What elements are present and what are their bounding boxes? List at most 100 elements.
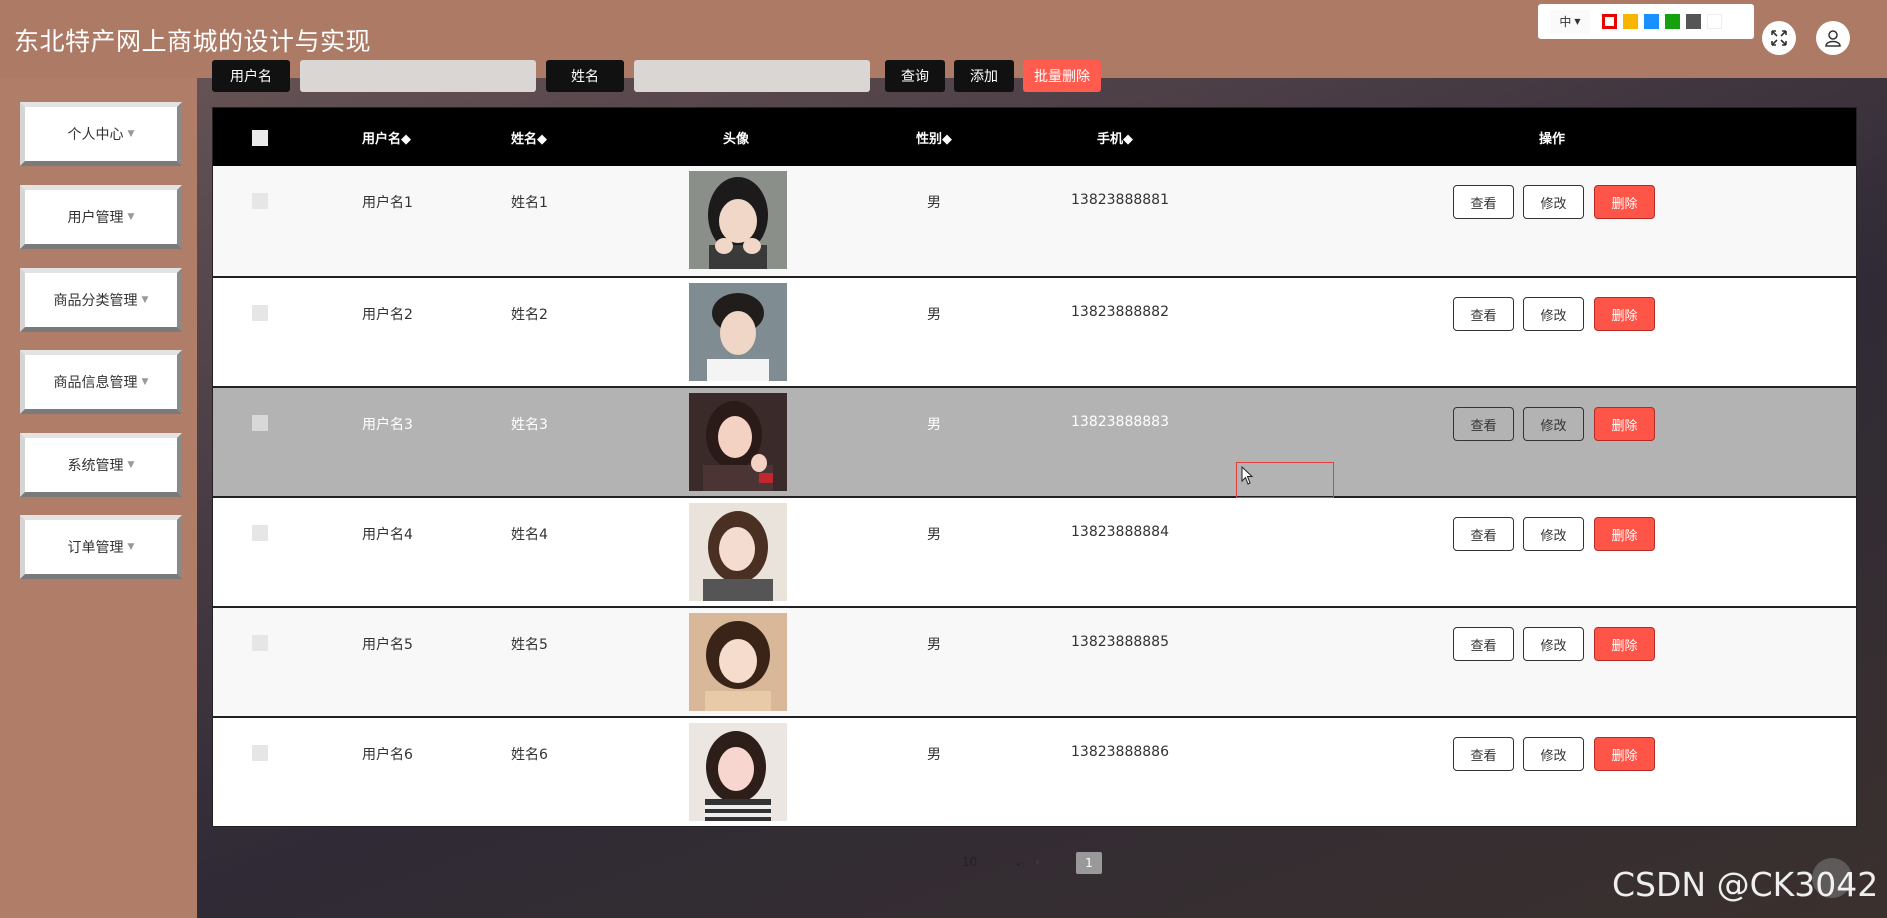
row-checkbox[interactable]	[252, 745, 268, 761]
table-row: 用户名2 姓名2 男 13823888882 查看 修改 删除	[213, 276, 1856, 386]
user-icon	[1825, 30, 1841, 47]
table-row: 用户名1 姓名1 男 13823888881 查看 修改 删除	[213, 166, 1856, 276]
column-header-avatar: 头像	[723, 132, 750, 147]
column-header-gender[interactable]: 性别◆	[916, 128, 952, 147]
language-select[interactable]: 中 ▼	[1550, 9, 1590, 34]
view-button[interactable]: 查看	[1453, 627, 1514, 661]
chevron-down-icon: ▼	[127, 542, 135, 552]
avatar	[689, 283, 787, 381]
theme-swatch-white[interactable]	[1707, 14, 1722, 29]
page-size-select[interactable]: 10 ⌄	[962, 855, 1023, 869]
sidebar-item-system-management[interactable]: 系统管理 ▼	[20, 433, 182, 497]
view-button[interactable]: 查看	[1453, 297, 1514, 331]
cursor-highlight-box	[1236, 462, 1334, 498]
sidebar-item-product-management[interactable]: 商品信息管理 ▼	[20, 350, 182, 414]
chevron-down-icon: ⌄	[1013, 855, 1024, 869]
cell-phone: 13823888885	[1071, 634, 1169, 650]
column-header-phone[interactable]: 手机◆	[1097, 128, 1133, 147]
avatar	[689, 171, 787, 269]
sidebar-item-label: 系统管理	[67, 458, 124, 474]
table-header: 用户名◆ 姓名◆ 头像 性别◆ 手机◆ 操作	[213, 108, 1856, 166]
view-button[interactable]: 查看	[1453, 185, 1514, 219]
language-value: 中	[1559, 15, 1572, 29]
cell-phone: 13823888884	[1071, 524, 1169, 540]
sidebar-item-order-management[interactable]: 订单管理 ▼	[20, 515, 182, 579]
cell-phone: 13823888883	[1071, 414, 1169, 430]
edit-button[interactable]: 修改	[1523, 297, 1584, 331]
sidebar-item-label: 订单管理	[67, 540, 124, 556]
edit-button[interactable]: 修改	[1523, 737, 1584, 771]
theme-swatch-gray[interactable]	[1686, 14, 1701, 29]
mouse-cursor-icon	[1241, 466, 1254, 485]
theme-swatch-green[interactable]	[1665, 14, 1680, 29]
add-button[interactable]: 添加	[954, 60, 1014, 92]
sidebar-item-category-management[interactable]: 商品分类管理 ▼	[20, 268, 182, 332]
delete-button[interactable]: 删除	[1594, 185, 1655, 219]
theme-swatch-blue[interactable]	[1644, 14, 1659, 29]
search-label-username: 用户名	[212, 60, 290, 92]
chevron-down-icon: ▼	[1574, 17, 1581, 26]
table-row: 用户名6 姓名6 男 13823888886 查看 修改 删除	[213, 716, 1856, 826]
row-checkbox[interactable]	[252, 525, 268, 541]
sidebar: 个人中心 ▼ 用户管理 ▼ 商品分类管理 ▼ 商品信息管理 ▼ 系统管理 ▼ 订单管理 ▼	[0, 78, 197, 918]
fullscreen-button[interactable]	[1762, 21, 1796, 55]
select-all-checkbox[interactable]	[252, 130, 268, 146]
delete-button[interactable]: 删除	[1594, 627, 1655, 661]
sidebar-item-user-management[interactable]: 用户管理 ▼	[20, 185, 182, 249]
row-checkbox[interactable]	[252, 193, 268, 209]
fullscreen-icon	[1771, 30, 1787, 46]
row-checkbox[interactable]	[252, 415, 268, 431]
delete-button[interactable]: 删除	[1594, 737, 1655, 771]
view-button[interactable]: 查看	[1453, 737, 1514, 771]
cell-gender: 男	[927, 195, 941, 211]
search-input-username[interactable]	[300, 60, 536, 92]
cell-gender: 男	[927, 747, 941, 763]
edit-button[interactable]: 修改	[1523, 185, 1584, 219]
sidebar-item-label: 个人中心	[67, 127, 124, 143]
theme-swatch-red[interactable]	[1602, 14, 1617, 29]
sort-icon: ◆	[942, 132, 953, 147]
cell-name: 姓名6	[511, 747, 548, 763]
sort-icon: ◆	[401, 132, 412, 147]
theme-swatch-yellow[interactable]	[1623, 14, 1638, 29]
view-button[interactable]: 查看	[1453, 517, 1514, 551]
avatar	[689, 613, 787, 711]
view-button[interactable]: 查看	[1453, 407, 1514, 441]
cell-gender: 男	[927, 527, 941, 543]
avatar	[689, 723, 787, 821]
edit-button[interactable]: 修改	[1523, 627, 1584, 661]
batch-delete-button[interactable]: 批量删除	[1023, 60, 1101, 92]
row-checkbox[interactable]	[252, 305, 268, 321]
cell-phone: 13823888886	[1071, 744, 1169, 760]
prev-page-button[interactable]: ‹	[1035, 855, 1040, 869]
sort-icon: ◆	[1123, 132, 1134, 147]
delete-button[interactable]: 删除	[1594, 297, 1655, 331]
column-header-username[interactable]: 用户名◆	[362, 128, 411, 147]
user-profile-button[interactable]	[1816, 21, 1850, 55]
edit-button[interactable]: 修改	[1523, 517, 1584, 551]
sidebar-item-label: 商品信息管理	[53, 375, 138, 391]
column-header-name[interactable]: 姓名◆	[511, 128, 547, 147]
delete-button[interactable]: 删除	[1594, 517, 1655, 551]
query-button[interactable]: 查询	[885, 60, 945, 92]
row-checkbox[interactable]	[252, 635, 268, 651]
cell-name: 姓名2	[511, 307, 548, 323]
user-table: 用户名◆ 姓名◆ 头像 性别◆ 手机◆ 操作 用户名1 姓名1 男 138238…	[212, 107, 1857, 827]
app-title: 东北特产网上商城的设计与实现	[14, 27, 372, 56]
search-input-name[interactable]	[634, 60, 870, 92]
cell-phone: 13823888881	[1071, 192, 1169, 208]
cell-name: 姓名1	[511, 195, 548, 211]
table-row: 用户名3 姓名3 男 13823888883 查看 修改 删除	[213, 386, 1856, 496]
cell-phone: 13823888882	[1071, 304, 1169, 320]
sidebar-item-personal-center[interactable]: 个人中心 ▼	[20, 102, 182, 166]
page-number-current[interactable]: 1	[1076, 852, 1102, 874]
column-header-actions: 操作	[1539, 132, 1566, 147]
cell-name: 姓名3	[511, 417, 548, 433]
chevron-down-icon: ▼	[141, 377, 149, 387]
sort-icon: ◆	[537, 132, 548, 147]
edit-button[interactable]: 修改	[1523, 407, 1584, 441]
delete-button[interactable]: 删除	[1594, 407, 1655, 441]
cell-username: 用户名5	[362, 637, 413, 653]
chevron-down-icon: ▼	[127, 460, 135, 470]
avatar	[689, 503, 787, 601]
